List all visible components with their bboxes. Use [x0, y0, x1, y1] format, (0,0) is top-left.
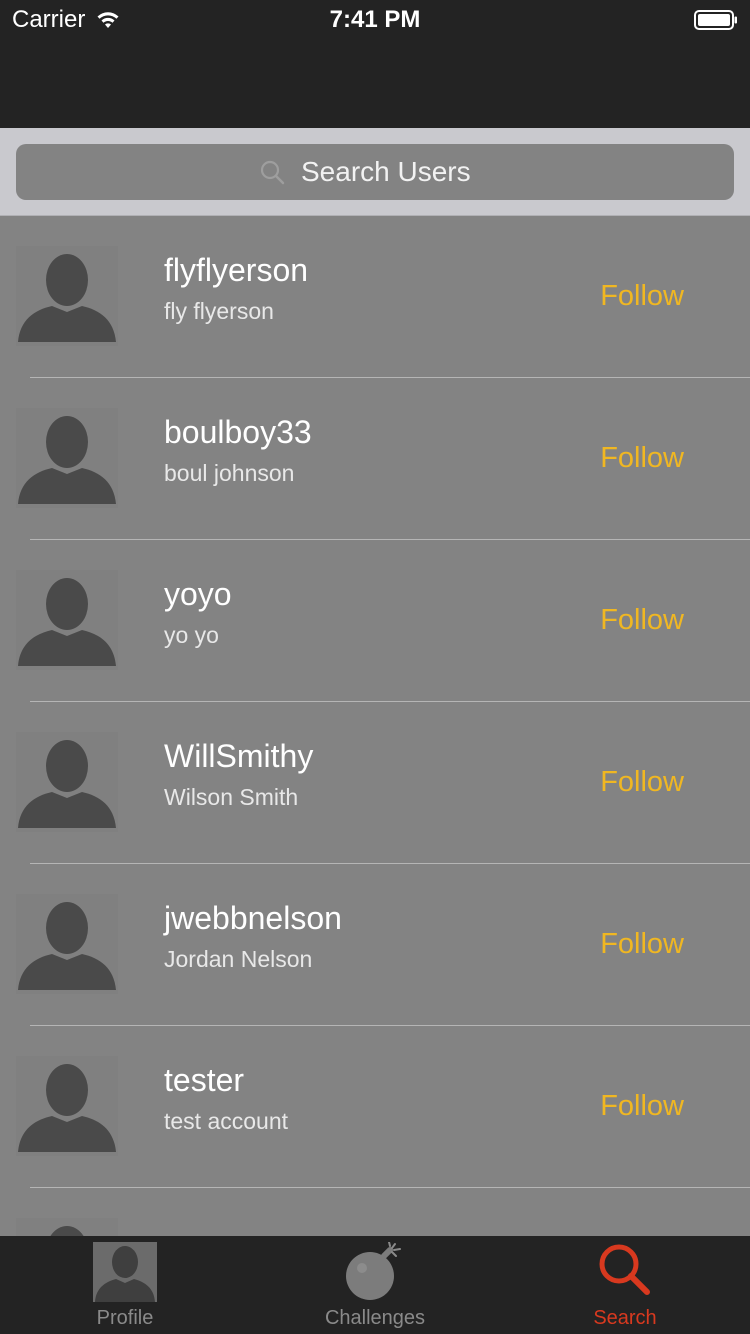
user-row[interactable]: flyflyerson fly flyerson Follow	[0, 216, 750, 378]
tab-label: Challenges	[324, 1307, 426, 1329]
follow-button[interactable]: Follow	[600, 1090, 684, 1123]
follow-button[interactable]: Follow	[600, 766, 684, 799]
follow-button[interactable]: Follow	[600, 280, 684, 313]
avatar	[16, 570, 118, 670]
username: jwebbnelson	[164, 900, 342, 936]
user-row[interactable]: boulboy33 boul johnson Follow	[0, 378, 750, 540]
username: tester	[164, 1062, 245, 1098]
full-name: yo yo	[164, 622, 219, 648]
avatar	[16, 894, 118, 994]
follow-button[interactable]: Follow	[600, 442, 684, 475]
follow-button[interactable]: Follow	[600, 928, 684, 961]
tab-label: Profile	[96, 1307, 154, 1329]
full-name: Jordan Nelson	[164, 946, 313, 972]
search-bar	[0, 128, 750, 216]
person-placeholder-icon	[50, 1226, 84, 1236]
username: WillSmithy	[164, 738, 314, 774]
full-name: Wilson Smith	[164, 784, 299, 810]
battery-icon	[694, 10, 737, 30]
person-placeholder-icon	[18, 902, 116, 990]
bomb-icon	[346, 1242, 401, 1300]
avatar	[16, 732, 118, 832]
tab-profile[interactable]: Profile	[0, 1236, 250, 1334]
user-row-partial[interactable]	[0, 1188, 750, 1236]
user-row[interactable]: WillSmithy Wilson Smith Follow	[0, 702, 750, 864]
avatar	[16, 246, 118, 346]
person-placeholder-icon	[18, 740, 116, 828]
user-row[interactable]: yoyo yo yo Follow	[0, 540, 750, 702]
full-name: fly flyerson	[164, 298, 274, 324]
person-placeholder-icon	[18, 254, 116, 342]
search-icon	[260, 160, 285, 185]
username: flyflyerson	[164, 252, 309, 288]
tab-label: Search	[593, 1307, 657, 1329]
person-placeholder-icon	[18, 578, 116, 666]
tab-search[interactable]: Search	[500, 1236, 750, 1334]
status-time: 7:41 PM	[329, 6, 421, 33]
full-name: test account	[164, 1108, 289, 1134]
navigation-bar: Carrier 7:41 PM	[0, 0, 750, 128]
search-users-screen: Carrier 7:41 PM Search Users flyflyerson…	[0, 0, 750, 1334]
avatar	[16, 1056, 118, 1156]
user-list: flyflyerson fly flyerson Follow boulboy3…	[0, 216, 750, 1236]
search-icon	[599, 1244, 650, 1295]
search-field[interactable]	[16, 144, 734, 200]
avatar	[16, 1218, 118, 1236]
person-placeholder-icon	[18, 416, 116, 504]
person-icon	[93, 1242, 157, 1302]
user-row[interactable]: jwebbnelson Jordan Nelson Follow	[0, 864, 750, 1026]
username: boulboy33	[164, 414, 312, 450]
avatar	[16, 408, 118, 508]
person-placeholder-icon	[18, 1064, 116, 1152]
tab-challenges[interactable]: Challenges	[250, 1236, 500, 1334]
username: yoyo	[164, 576, 232, 612]
search-input[interactable]	[301, 156, 491, 188]
full-name: boul johnson	[164, 460, 295, 486]
user-row[interactable]: tester test account Follow	[0, 1026, 750, 1188]
tab-bar: Profile Challenges Search	[0, 1236, 750, 1334]
follow-button[interactable]: Follow	[600, 604, 684, 637]
